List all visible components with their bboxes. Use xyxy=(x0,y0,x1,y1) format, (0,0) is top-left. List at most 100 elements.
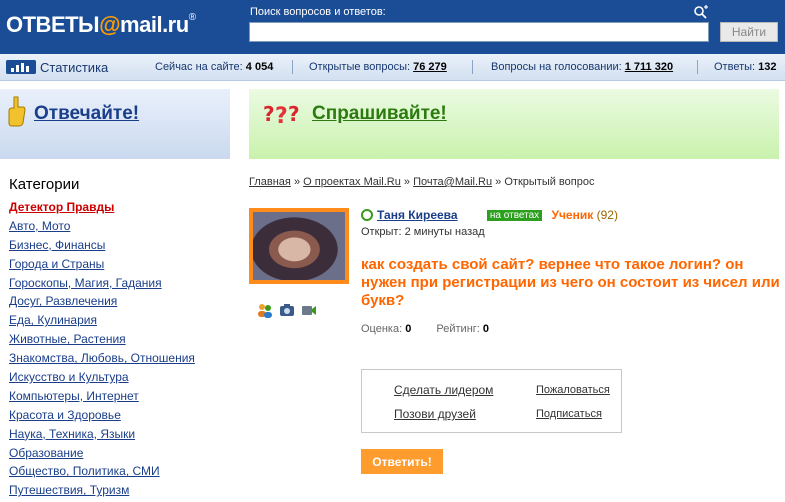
rating-value: 0 xyxy=(405,323,412,335)
logo-domain-text: mail.ru xyxy=(120,12,189,37)
category-item: Общество, Политика, СМИ xyxy=(9,464,195,483)
category-item: Животные, Растения xyxy=(9,332,195,351)
categories-title: Категории xyxy=(9,176,80,193)
question-ratings: Оценка: 0 Рейтинг: 0 xyxy=(361,323,489,335)
complain-link[interactable]: Пожаловаться xyxy=(536,384,610,396)
invite-friends-link[interactable]: Позови друзей xyxy=(394,407,476,421)
user-name-link[interactable]: Таня Киреева xyxy=(377,208,458,222)
friends-icon[interactable] xyxy=(257,302,273,318)
category-link[interactable]: Еда, Кулинария xyxy=(9,313,97,327)
breadcrumb-separator: » xyxy=(495,176,502,188)
stats-divider xyxy=(472,60,473,74)
stats-chart-icon xyxy=(6,60,36,74)
answer-button[interactable]: Ответить! xyxy=(361,449,443,474)
breadcrumb: Главная » О проектах Mail.Ru » Почта@Mai… xyxy=(249,176,594,188)
stats-bar: Статистика Сейчас на сайте: 4 054 Открыт… xyxy=(0,54,785,81)
category-link[interactable]: Бизнес, Финансы xyxy=(9,238,105,252)
category-item: Авто, Мото xyxy=(9,219,195,238)
category-item: Компьютеры, Интернет xyxy=(9,389,195,408)
breadcrumb-separator: » xyxy=(293,176,301,188)
category-link[interactable]: Гороскопы, Магия, Гадания xyxy=(9,276,162,290)
answer-link[interactable]: Отвечайте! xyxy=(34,103,139,125)
stat-voting: Вопросы на голосовании: 1 711 320 xyxy=(491,61,673,73)
category-item: Бизнес, Финансы xyxy=(9,238,195,257)
breadcrumb-separator: » xyxy=(403,176,411,188)
category-link[interactable]: Искусство и Культура xyxy=(9,370,129,384)
question-text: как создать свой сайт? вернее что такое … xyxy=(361,256,780,309)
search-label: Поиск вопросов и ответов: xyxy=(250,6,386,18)
make-leader-link[interactable]: Сделать лидером xyxy=(394,383,493,397)
site-logo[interactable]: ОТВЕТЫ@mail.ru® xyxy=(6,12,196,38)
category-item: Еда, Кулинария xyxy=(9,313,195,332)
top-header: ОТВЕТЫ@mail.ru® Поиск вопросов и ответов… xyxy=(0,0,785,54)
stats-divider xyxy=(697,60,698,74)
category-item: Искусство и Культура xyxy=(9,370,195,389)
category-link[interactable]: Компьютеры, Интернет xyxy=(9,389,139,403)
answer-banner: Отвечайте! xyxy=(0,89,230,159)
category-item: Детектор Правды xyxy=(9,200,195,219)
user-row: Таня Киреева на ответах Ученик (92) xyxy=(361,208,618,222)
user-status-icon xyxy=(361,209,373,221)
category-link[interactable]: Общество, Политика, СМИ xyxy=(9,464,160,478)
breadcrumb-projects[interactable]: О проектах Mail.Ru xyxy=(303,176,401,188)
category-item: Образование xyxy=(9,446,195,465)
search-input[interactable] xyxy=(249,22,709,42)
score-label: Рейтинг: xyxy=(436,323,480,335)
breadcrumb-current: Открытый вопрос xyxy=(504,176,595,188)
user-avatar-frame[interactable] xyxy=(249,208,349,284)
subscribe-link[interactable]: Подписаться xyxy=(536,408,602,420)
logo-reg-mark: ® xyxy=(188,12,196,23)
stats-divider xyxy=(292,60,293,74)
thumb-icon xyxy=(8,96,26,127)
category-item: Знакомства, Любовь, Отношения xyxy=(9,351,195,370)
rating-label: Оценка: xyxy=(361,323,403,335)
stat-open-label: Открытые вопросы: xyxy=(309,61,411,73)
category-item: Города и Страны xyxy=(9,257,195,276)
stat-online: Сейчас на сайте: 4 054 xyxy=(155,61,273,73)
category-link[interactable]: Знакомства, Любовь, Отношения xyxy=(9,351,195,365)
category-link[interactable]: Животные, Растения xyxy=(9,332,126,346)
category-link[interactable]: Города и Страны xyxy=(9,257,104,271)
logo-at-text: @ xyxy=(99,12,121,37)
profile-icons xyxy=(257,302,317,318)
category-list: Детектор Правды Авто, Мото Бизнес, Финан… xyxy=(9,200,195,502)
question-actions: Сделать лидером Пожаловаться Позови друз… xyxy=(361,369,622,433)
category-item: Наука, Техника, Языки xyxy=(9,427,195,446)
stat-open-questions: Открытые вопросы: 76 279 xyxy=(309,61,447,73)
zoom-plus-icon[interactable] xyxy=(693,5,709,19)
video-icon[interactable] xyxy=(301,302,317,318)
logo-main-text: ОТВЕТЫ xyxy=(6,12,100,37)
category-item: Досуг, Развлечения xyxy=(9,294,195,313)
svg-text:?: ? xyxy=(275,104,288,127)
category-link[interactable]: Детектор Правды xyxy=(9,200,114,214)
svg-text:?: ? xyxy=(288,102,300,126)
stat-online-value: 4 054 xyxy=(245,61,274,73)
avatar[interactable] xyxy=(253,212,345,280)
stat-answers-value: 132 xyxy=(758,61,777,73)
stat-answers: Ответы: 132 xyxy=(714,61,777,73)
search-button[interactable]: Найти xyxy=(720,22,778,42)
category-link[interactable]: Досуг, Развлечения xyxy=(9,294,117,308)
user-points: (92) xyxy=(596,208,618,222)
stat-open-link[interactable]: 76 279 xyxy=(413,61,447,73)
question-opened-time: Открыт: 2 минуты назад xyxy=(361,226,485,238)
category-item: Красота и Здоровье xyxy=(9,408,195,427)
photo-icon[interactable] xyxy=(279,302,295,318)
user-rank: Ученик xyxy=(551,208,594,222)
svg-text:?: ? xyxy=(263,102,275,126)
category-item: Путешествия, Туризм xyxy=(9,483,195,502)
stat-voting-link[interactable]: 1 711 320 xyxy=(625,61,673,73)
category-link[interactable]: Наука, Техника, Языки xyxy=(9,427,135,441)
ask-link[interactable]: Спрашивайте! xyxy=(312,103,447,125)
ask-banner: ? ? ? Спрашивайте! xyxy=(249,89,779,159)
category-link[interactable]: Авто, Мото xyxy=(9,219,70,233)
category-link[interactable]: Путешествия, Туризм xyxy=(9,483,129,497)
breadcrumb-home[interactable]: Главная xyxy=(249,176,291,188)
category-link[interactable]: Красота и Здоровье xyxy=(9,408,121,422)
category-link[interactable]: Образование xyxy=(9,446,83,460)
online-badge: на ответах xyxy=(486,210,543,221)
stats-title[interactable]: Статистика xyxy=(40,60,108,75)
stat-online-label: Сейчас на сайте: xyxy=(155,61,243,73)
breadcrumb-mail[interactable]: Почта@Mail.Ru xyxy=(413,176,492,188)
stat-answers-label: Ответы: xyxy=(714,61,756,73)
